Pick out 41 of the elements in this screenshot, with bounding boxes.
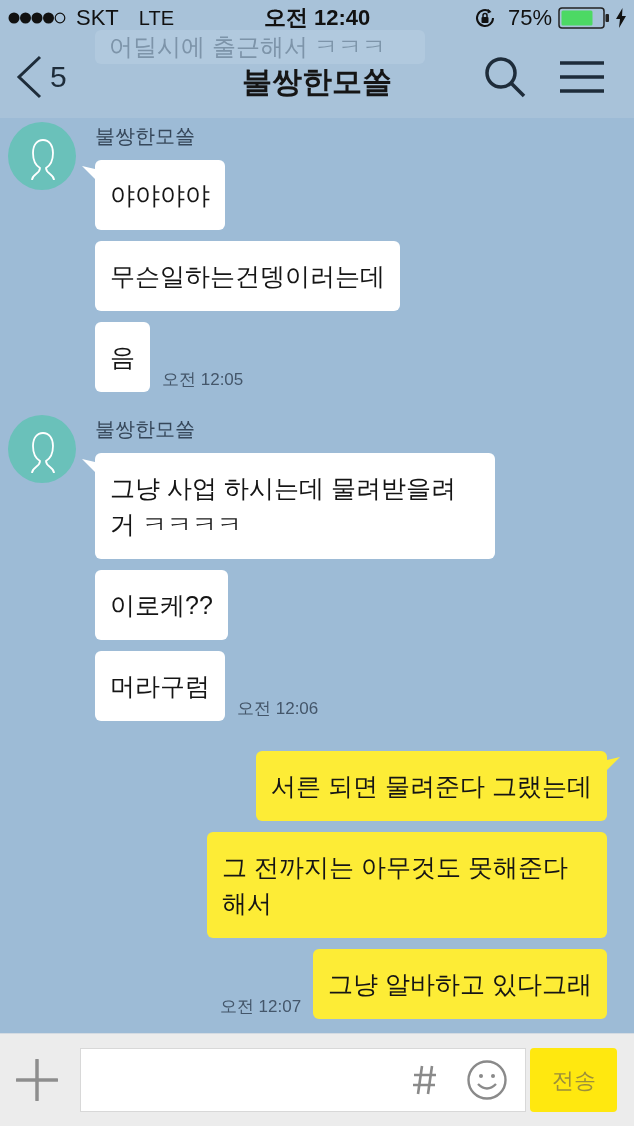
network-type: LTE (138, 5, 174, 30)
message-time: 오전 12:07 (219, 997, 302, 1017)
add-button[interactable] (16, 1059, 58, 1101)
search-button[interactable] (484, 55, 526, 98)
carrier-name: SKT (76, 5, 119, 30)
message-time: 오전 12:06 (237, 699, 319, 719)
avatar-icon (8, 122, 76, 190)
message-bubble: 그 전까지는 아무것도 못해준다 해서 (207, 832, 607, 938)
emoticon-button[interactable] (467, 1060, 507, 1100)
message-bubble: 이로케?? (95, 570, 228, 640)
avatar-icon (8, 415, 76, 483)
rotation-lock-icon (473, 6, 496, 29)
hash-icon (413, 1065, 437, 1095)
message-bubble: 무슨일하는건뎅이러는데 (95, 241, 400, 311)
message-bubble: 그냥 사업 하시는데 물려받을려 거 ㅋㅋㅋㅋ (95, 453, 495, 559)
message-bubble: 음 (95, 322, 150, 392)
battery-percent: 75% (507, 5, 552, 30)
message-bubble: 그냥 알바하고 있다그래 (313, 949, 607, 1019)
signal-strength-icon (8, 11, 66, 24)
message-bubble: 서른 되면 물려준다 그랬는데 (256, 751, 607, 821)
bubble-tail-icon (82, 459, 95, 472)
bubble-tail-icon (607, 757, 620, 770)
message-bubble: 머라구럼 (95, 651, 225, 721)
battery-icon (558, 6, 610, 29)
menu-button[interactable] (560, 60, 604, 93)
status-time: 오전 12:40 (263, 5, 371, 30)
chat-title: 불쌍한모쏠 (242, 65, 392, 99)
charging-bolt-icon (616, 7, 626, 28)
smiley-icon (467, 1060, 507, 1100)
hashtag-button[interactable] (413, 1065, 437, 1095)
menu-icon (560, 60, 604, 93)
chevron-left-icon (16, 54, 42, 99)
bubble-tail-icon (82, 166, 95, 179)
search-icon (484, 55, 526, 98)
sender-name: 불쌍한모쏠 (95, 417, 196, 442)
plus-icon (16, 1059, 58, 1101)
sender-name: 불쌍한모쏠 (95, 124, 196, 149)
message-time: 오전 12:05 (162, 370, 244, 390)
back-button[interactable]: 5 (16, 54, 67, 99)
message-bubble: 야야야야 (95, 160, 225, 230)
message-input-field[interactable] (80, 1048, 526, 1112)
